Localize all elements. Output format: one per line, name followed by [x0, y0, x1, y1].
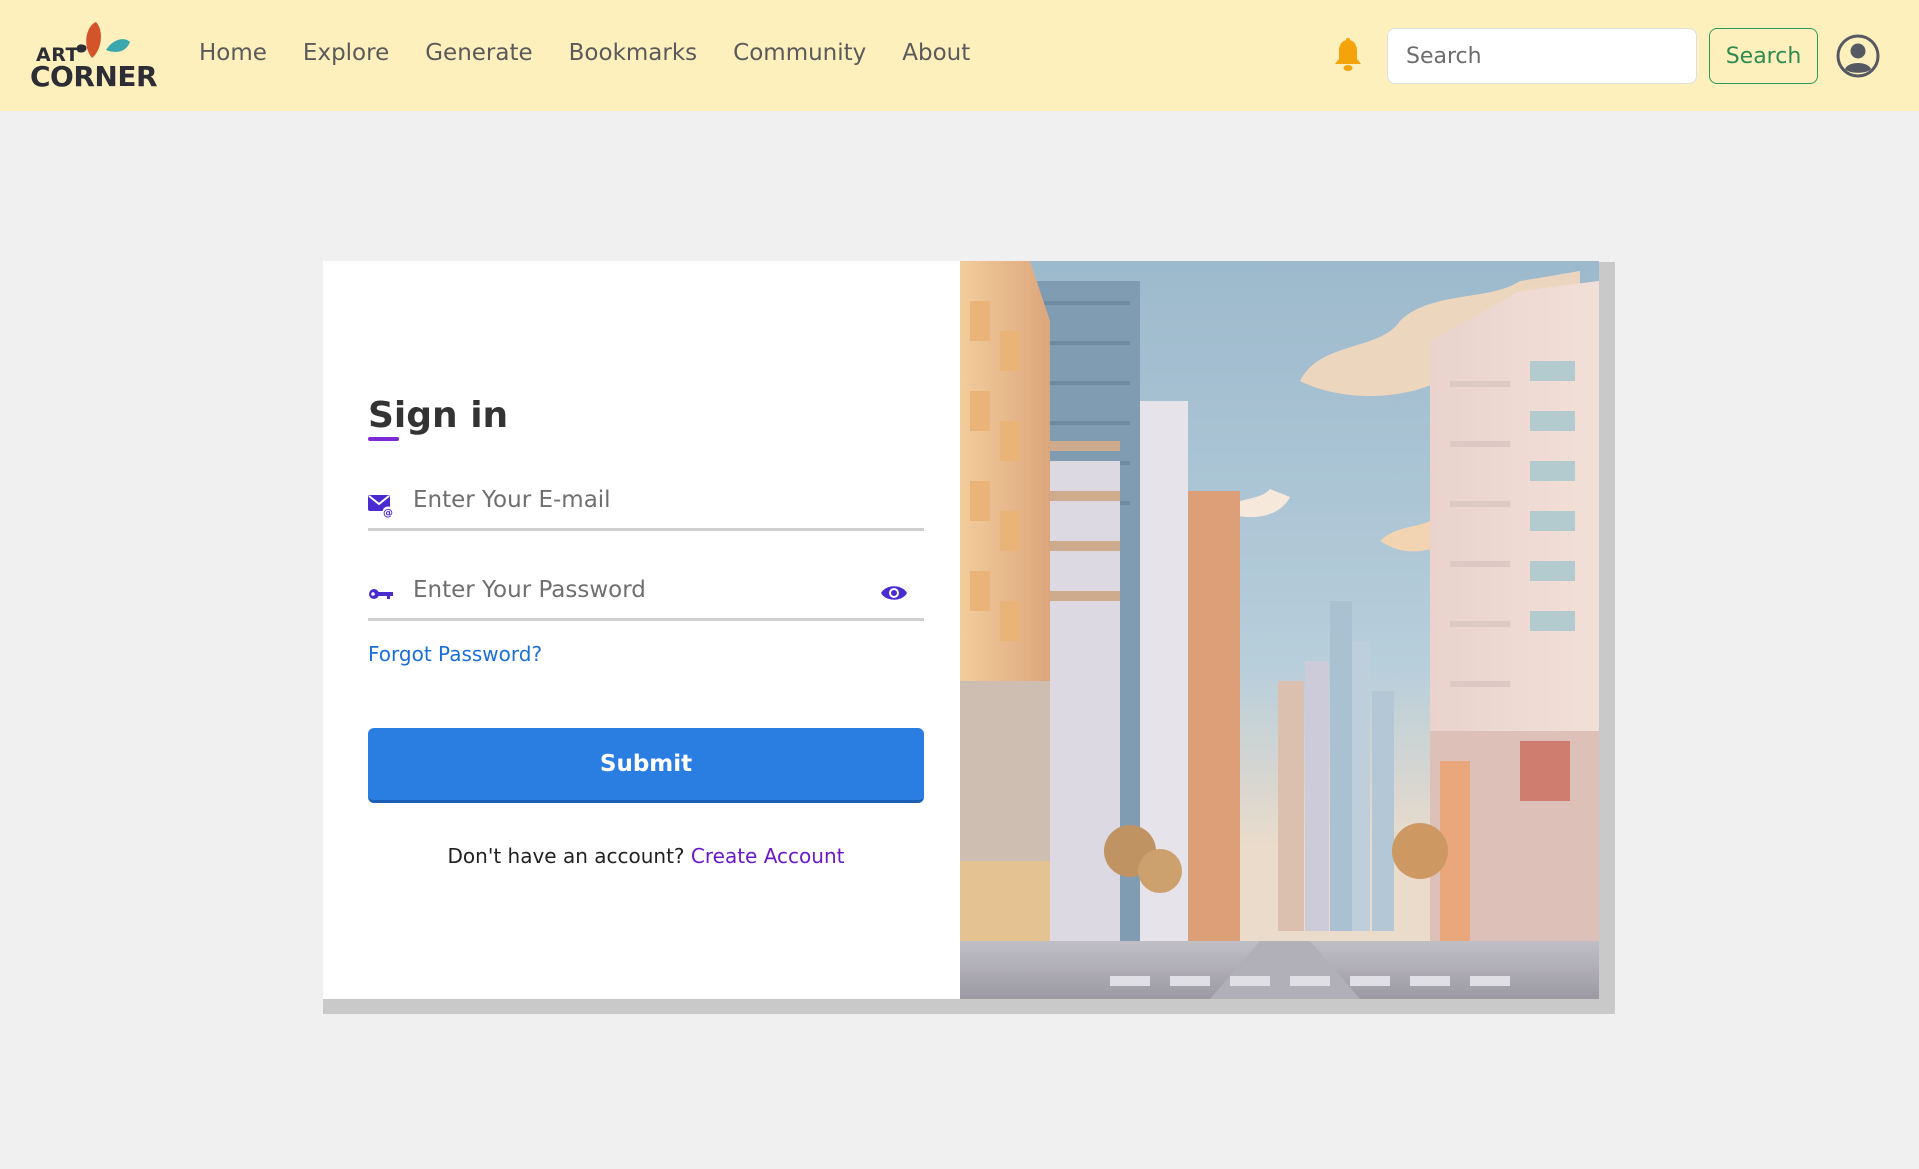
- search-button[interactable]: Search: [1709, 28, 1818, 84]
- submit-button[interactable]: Submit: [368, 728, 924, 803]
- title-underline: [368, 437, 399, 441]
- password-input[interactable]: [413, 567, 853, 613]
- nav-bookmarks[interactable]: Bookmarks: [569, 40, 698, 66]
- email-field-wrapper: @: [368, 473, 924, 531]
- nav-home[interactable]: Home: [199, 40, 267, 66]
- main-nav: Home Explore Generate Bookmarks Communit…: [199, 40, 1006, 66]
- art-corner-logo[interactable]: ART CORNER: [30, 20, 158, 93]
- eye-icon[interactable]: [880, 583, 908, 603]
- nav-explore[interactable]: Explore: [303, 40, 389, 66]
- forgot-password-link[interactable]: Forgot Password?: [368, 642, 542, 666]
- nav-about[interactable]: About: [902, 40, 970, 66]
- nav-generate[interactable]: Generate: [425, 40, 532, 66]
- create-account-link[interactable]: Create Account: [691, 844, 845, 868]
- password-field-wrapper: [368, 563, 924, 621]
- hero-image: [960, 261, 1599, 999]
- no-account-text: Don't have an account?: [447, 844, 685, 868]
- email-input[interactable]: [413, 477, 853, 523]
- svg-text:@: @: [383, 508, 393, 518]
- search-input[interactable]: [1387, 28, 1697, 84]
- page-title: Sign in: [368, 395, 509, 436]
- top-navbar: ART CORNER Home Explore Generate Bookmar…: [0, 0, 1919, 111]
- logo-text-corner: CORNER: [30, 60, 158, 93]
- key-icon: [368, 587, 394, 611]
- city-street-illustration: [960, 261, 1599, 999]
- signup-prompt: Don't have an account? Create Account: [323, 844, 969, 868]
- bell-icon[interactable]: [1333, 38, 1363, 72]
- signin-form: Sign in @ Enter Your E-mail Forgot Passw…: [323, 261, 960, 999]
- user-circle-icon[interactable]: [1836, 34, 1880, 78]
- envelope-at-icon: @: [368, 494, 394, 519]
- signin-card: Sign in @ Enter Your E-mail Forgot Passw…: [323, 261, 1599, 999]
- nav-community[interactable]: Community: [733, 40, 866, 66]
